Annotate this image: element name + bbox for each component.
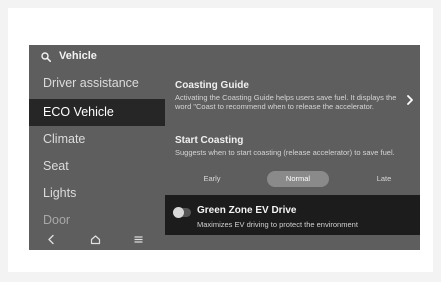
sidebar-item-door[interactable]: Door [29,207,165,229]
green-zone-popup: Green Zone EV Drive Maximizes EV driving… [165,195,420,235]
sidebar-item-label: Door [43,213,71,227]
sidebar-item-label: Climate [43,132,86,146]
sidebar-item-label: Seat [43,159,69,173]
vehicle-settings-screen: Vehicle Driver assistance ECO Vehicle Cl… [29,45,420,250]
sidebar-item-label: Driver assistance [43,76,139,90]
green-zone-description: Maximizes EV driving to protect the envi… [197,220,358,229]
option-late[interactable]: Late [353,171,415,187]
option-normal[interactable]: Normal [267,171,329,187]
sidebar: Driver assistance ECO Vehicle Climate Se… [29,67,165,229]
coasting-guide-title: Coasting Guide [175,80,249,91]
home-icon[interactable] [90,234,101,245]
option-early[interactable]: Early [181,171,243,187]
green-zone-title: Green Zone EV Drive [197,205,297,216]
bottom-bar [29,229,165,250]
coasting-guide-description: Activating the Coasting Guide helps user… [175,93,397,111]
sidebar-item-lights[interactable]: Lights [29,180,165,207]
green-zone-toggle[interactable] [173,207,191,218]
header: Vehicle [29,45,420,67]
sidebar-item-label: ECO Vehicle [43,105,114,119]
back-icon[interactable] [46,234,57,245]
sidebar-item-seat[interactable]: Seat [29,153,165,180]
page-title: Vehicle [59,50,97,62]
search-icon[interactable] [41,52,51,62]
start-coasting-selector: Early Normal Late [181,171,415,187]
sidebar-item-label: Lights [43,186,77,200]
start-coasting-title: Start Coasting [175,135,244,146]
sidebar-item-driver-assistance[interactable]: Driver assistance [29,70,165,97]
chevron-right-icon[interactable] [406,95,414,105]
sidebar-item-eco-vehicle[interactable]: ECO Vehicle [29,99,165,126]
toggle-knob [173,207,184,218]
start-coasting-description: Suggests when to start coasting (release… [175,148,395,157]
menu-icon[interactable] [133,234,144,245]
sidebar-item-climate[interactable]: Climate [29,126,165,153]
